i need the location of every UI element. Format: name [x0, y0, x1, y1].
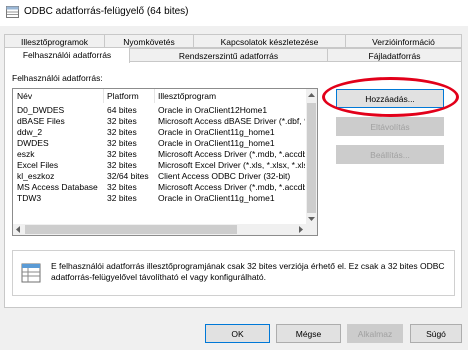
apply-button[interactable]: Alkalmaz: [347, 324, 403, 343]
ok-button[interactable]: OK: [205, 324, 270, 343]
row-name: eszk: [17, 149, 35, 159]
title-bar: ODBC adatforrás-felügyelő (64 bites): [0, 0, 468, 26]
row-platform: 32/64 bites: [107, 171, 149, 181]
datasource-table-icon: [21, 263, 41, 283]
info-box: E felhasználói adatforrás illesztőprogra…: [12, 250, 455, 296]
window-title: ODBC adatforrás-felügyelő (64 bites): [24, 6, 189, 17]
row-driver: Microsoft Access dBASE Driver (*.dbf, *.…: [158, 116, 305, 126]
configure-button[interactable]: Beállítás...: [336, 145, 444, 164]
tab-user-dsn[interactable]: Felhasználói adatforrás: [4, 47, 130, 63]
list-row[interactable]: TDW3 32 bites Oracle in OraClient11g_hom…: [13, 193, 307, 204]
row-platform: 32 bites: [107, 193, 137, 203]
column-separator[interactable]: [103, 89, 104, 103]
row-platform: 32 bites: [107, 149, 137, 159]
row-name: ddw_2: [17, 127, 43, 137]
vertical-scrollbar[interactable]: [306, 89, 317, 225]
info-text: E felhasználói adatforrás illesztőprogra…: [51, 261, 445, 282]
list-row[interactable]: kl_eszkoz 32/64 bites Client Access ODBC…: [13, 171, 307, 182]
cancel-button[interactable]: Mégse: [276, 324, 341, 343]
row-driver: Oracle in OraClient11g_home1: [158, 127, 275, 137]
tab-file-dsn[interactable]: Fájladatforrás: [327, 48, 462, 62]
column-separator[interactable]: [154, 89, 155, 103]
row-name: MS Access Database: [17, 182, 98, 192]
list-row[interactable]: D0_DWDES 64 bites Oracle in OraClient12H…: [13, 105, 307, 116]
row-driver: Oracle in OraClient12Home1: [158, 105, 268, 115]
horizontal-scroll-thumb[interactable]: [25, 225, 237, 234]
list-row[interactable]: Excel Files 32 bites Microsoft Excel Dri…: [13, 160, 307, 171]
row-name: D0_DWDES: [17, 105, 65, 115]
row-platform: 32 bites: [107, 182, 137, 192]
scroll-up-arrow-icon[interactable]: [308, 93, 315, 98]
row-driver: Client Access ODBC Driver (32-bit): [158, 171, 291, 181]
column-header-platform[interactable]: Platform: [107, 91, 139, 101]
list-row[interactable]: DWDES 32 bites Oracle in OraClient11g_ho…: [13, 138, 307, 149]
row-name: kl_eszkoz: [17, 171, 55, 181]
row-platform: 32 bites: [107, 138, 137, 148]
horizontal-scrollbar[interactable]: [13, 224, 307, 235]
datasource-list[interactable]: Név Platform Illesztőprogram D0_DWDES 64…: [12, 88, 318, 236]
list-row[interactable]: eszk 32 bites Microsoft Access Driver (*…: [13, 149, 307, 160]
help-button[interactable]: Súgó: [410, 324, 462, 343]
column-header-name[interactable]: Név: [17, 91, 32, 101]
row-driver: Oracle in OraClient11g_home1: [158, 138, 275, 148]
remove-button[interactable]: Eltávolítás: [336, 117, 444, 136]
row-platform: 32 bites: [107, 160, 137, 170]
scroll-left-arrow-icon[interactable]: [16, 226, 21, 233]
row-name: TDW3: [17, 193, 42, 203]
row-driver: Microsoft Access Driver (*.mdb, *.accdb): [158, 149, 305, 159]
row-name: Excel Files: [17, 160, 59, 170]
tab-about[interactable]: Verzióinformáció: [345, 34, 462, 48]
row-platform: 32 bites: [107, 116, 137, 126]
scroll-right-arrow-icon[interactable]: [299, 226, 304, 233]
row-driver: Microsoft Access Driver (*.mdb, *.accdb): [158, 182, 305, 192]
row-name: dBASE Files: [17, 116, 65, 126]
scrollbar-corner: [306, 224, 317, 235]
tab-tracing[interactable]: Nyomkövetés: [104, 34, 194, 48]
odbc-app-icon: [6, 6, 19, 18]
scroll-down-arrow-icon[interactable]: [308, 217, 315, 222]
row-driver: Microsoft Excel Driver (*.xls, *.xlsx, *…: [158, 160, 305, 170]
row-platform: 64 bites: [107, 105, 137, 115]
tab-drivers[interactable]: Illesztőprogramok: [4, 34, 105, 48]
list-row[interactable]: ddw_2 32 bites Oracle in OraClient11g_ho…: [13, 127, 307, 138]
row-driver: Oracle in OraClient11g_home1: [158, 193, 275, 203]
list-header: Név Platform Illesztőprogram: [13, 89, 317, 103]
list-row[interactable]: MS Access Database 32 bites Microsoft Ac…: [13, 182, 307, 193]
list-caption: Felhasználói adatforrás:: [12, 73, 103, 83]
column-header-driver[interactable]: Illesztőprogram: [158, 91, 216, 101]
list-row[interactable]: dBASE Files 32 bites Microsoft Access dB…: [13, 116, 307, 127]
highlight-ellipse: [322, 77, 459, 117]
row-platform: 32 bites: [107, 127, 137, 137]
tab-system-dsn[interactable]: Rendszerszintű adatforrás: [129, 48, 328, 62]
tab-connection-pooling[interactable]: Kapcsolatok készletezése: [193, 34, 346, 48]
vertical-scroll-thumb[interactable]: [307, 103, 316, 213]
row-name: DWDES: [17, 138, 49, 148]
